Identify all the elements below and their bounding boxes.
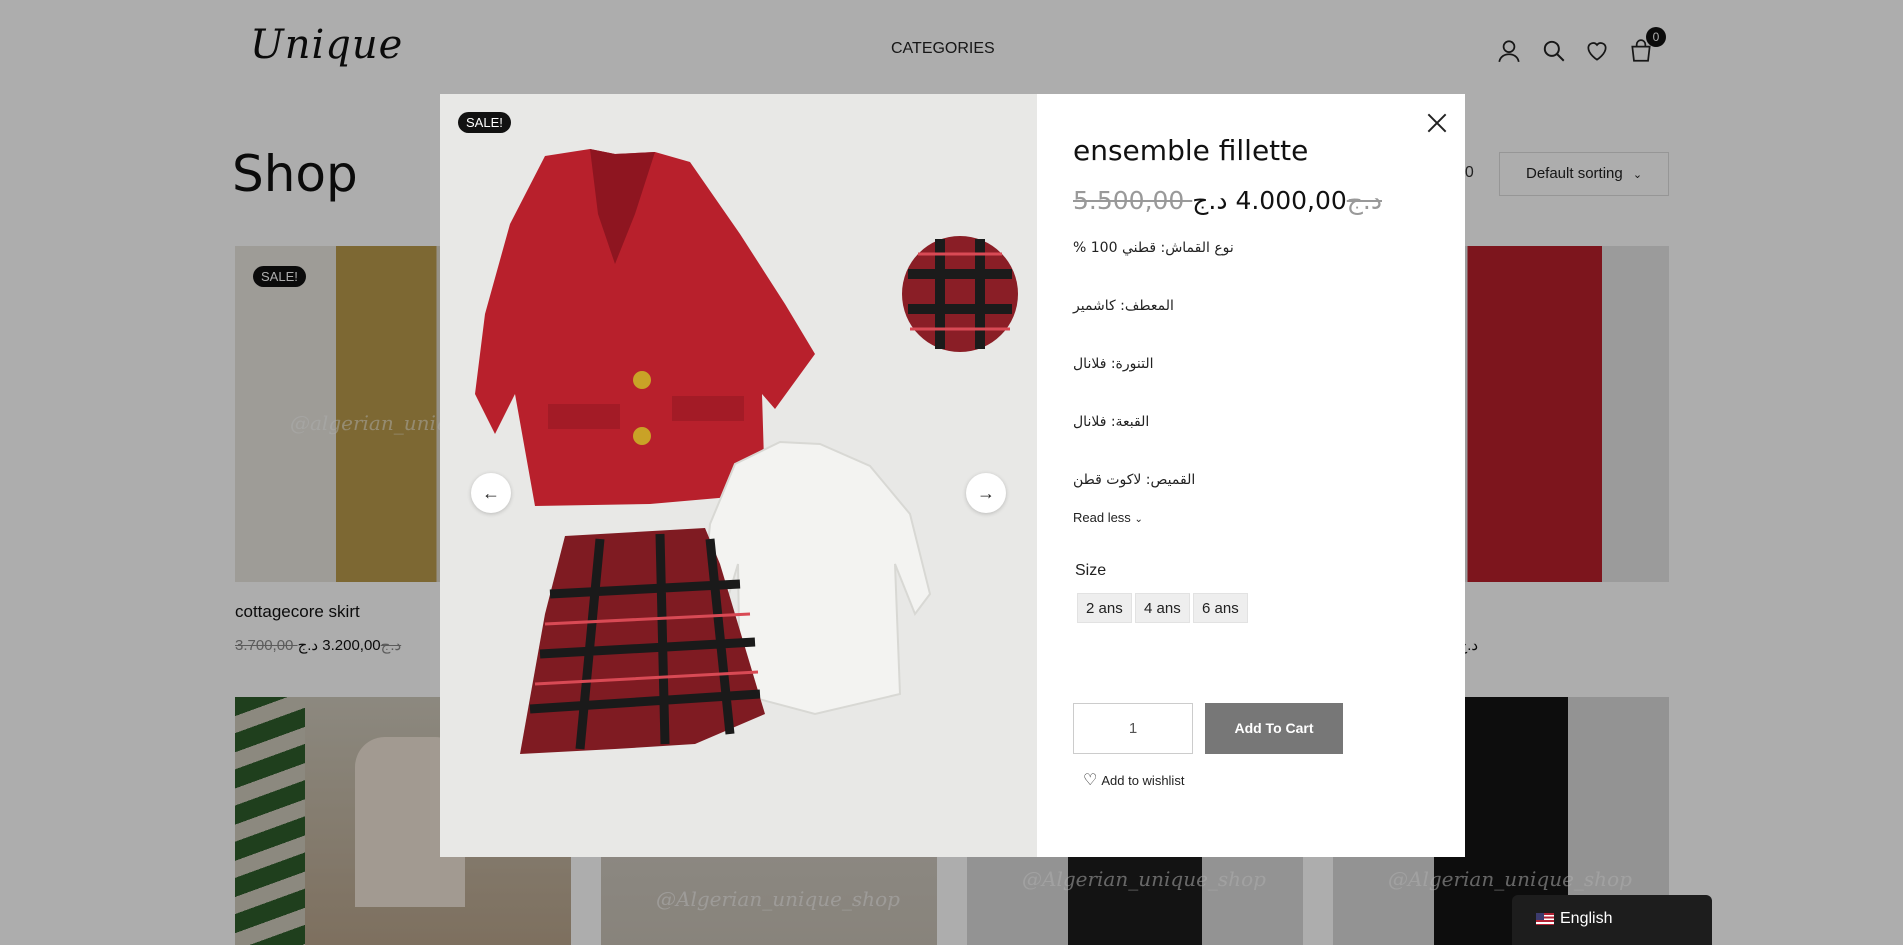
read-less-toggle[interactable]: Read less ⌄ [1073, 510, 1143, 525]
quick-view-modal: SALE! ← → ensemble fillette 5.500,00 د.ج… [440, 94, 1465, 857]
product-title: ensemble fillette [1073, 134, 1309, 167]
wishlist-label: Add to wishlist [1101, 773, 1185, 788]
language-label: English [1560, 910, 1613, 927]
add-to-cart-button[interactable]: Add To Cart [1205, 703, 1343, 754]
read-less-label: Read less [1073, 510, 1131, 525]
product-gallery: SALE! ← → [440, 94, 1037, 857]
product-photo [440, 94, 1037, 857]
description-line: القبعة: فلانال [1073, 414, 1150, 430]
us-flag-icon [1536, 912, 1554, 925]
gallery-next-button[interactable]: → [966, 473, 1006, 513]
heart-icon: ♡ [1083, 772, 1098, 789]
description-line: المعطف: كاشمير [1073, 298, 1174, 314]
description-line: نوع القماش: قطني 100 % [1073, 240, 1234, 256]
add-to-wishlist-link[interactable]: ♡ Add to wishlist [1083, 770, 1184, 790]
product-sale-price: 4.000,00 د.ج [1192, 186, 1347, 215]
arrow-left-icon: ← [482, 482, 500, 503]
size-option[interactable]: 2 ans [1077, 593, 1132, 623]
language-switcher[interactable]: English [1512, 895, 1712, 945]
close-icon[interactable] [1424, 110, 1450, 136]
sale-badge: SALE! [458, 112, 511, 133]
size-label: Size [1075, 562, 1107, 579]
arrow-right-icon: → [977, 482, 995, 503]
product-price: 5.500,00 د.ج4.000,00 د.ج [1073, 186, 1392, 215]
gallery-prev-button[interactable]: ← [471, 473, 511, 513]
quantity-input[interactable]: 1 [1073, 703, 1193, 754]
size-option[interactable]: 4 ans [1135, 593, 1190, 623]
size-option[interactable]: 6 ans [1193, 593, 1248, 623]
chevron-down-icon: ⌄ [1134, 514, 1143, 525]
product-details: ensemble fillette 5.500,00 د.ج4.000,00 د… [1037, 94, 1465, 857]
description-line: القميص: لاكوت قطن [1073, 472, 1196, 488]
description-line: التنورة: فلانال [1073, 356, 1154, 372]
